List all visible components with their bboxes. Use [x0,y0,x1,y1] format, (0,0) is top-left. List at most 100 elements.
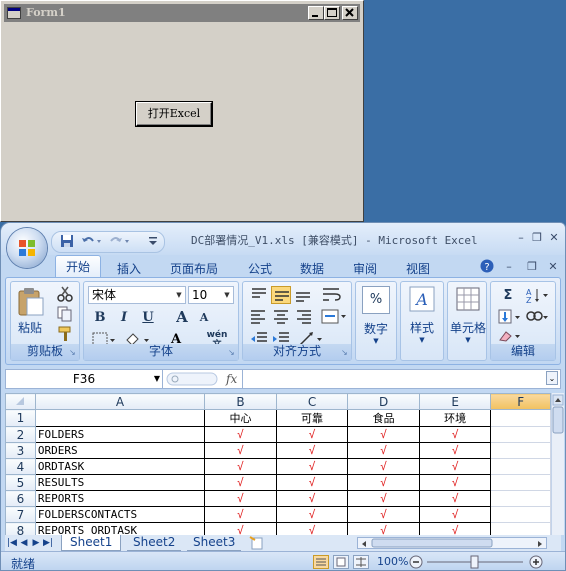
clipboard-launcher-icon[interactable]: ↘ [69,349,77,357]
column-header-e[interactable]: E [418,393,492,410]
check-cell[interactable]: √ [418,474,492,491]
align-left-icon[interactable] [249,308,269,326]
font-name-combo[interactable]: 宋体 ▼ [88,286,186,304]
undo-icon[interactable] [80,234,102,248]
column-header-f[interactable]: F [490,393,551,410]
font-launcher-icon[interactable]: ↘ [228,349,236,357]
check-cell[interactable]: √ [418,506,492,523]
header-cell[interactable]: 可靠 [275,409,349,427]
tab-insert[interactable]: 插入 [117,260,141,277]
first-sheet-icon[interactable]: |◀ [7,536,17,550]
zoom-in-icon[interactable] [529,555,543,569]
cell[interactable] [490,474,551,491]
name-box[interactable]: F36 ▼ [6,370,163,388]
column-header-a[interactable]: A [34,393,206,410]
align-right-icon[interactable] [293,308,313,326]
cell[interactable] [490,426,551,443]
check-cell[interactable]: √ [418,490,492,507]
alignment-launcher-icon[interactable]: ↘ [341,349,349,357]
close-button[interactable] [342,6,358,20]
workbook-close-icon[interactable]: ✕ [547,261,559,273]
excel-close-icon[interactable]: ✕ [548,232,560,244]
cell[interactable] [490,522,551,535]
autosum-button[interactable]: Σ [495,286,521,306]
check-cell[interactable]: √ [418,522,492,535]
horizontal-scrollbar[interactable] [357,537,547,549]
number-format-button[interactable]: % 数字 ▼ [358,286,394,345]
check-cell[interactable]: √ [275,458,349,475]
select-all-corner[interactable] [5,393,36,410]
check-cell[interactable]: √ [347,506,420,523]
row-header[interactable]: 2 [5,426,36,443]
zoom-level[interactable]: 100% [377,555,408,568]
expand-formula-bar-icon[interactable]: ⌄ [546,371,558,385]
vertical-scrollbar[interactable] [551,393,564,535]
customize-qat-icon[interactable] [148,235,158,247]
table-name-cell[interactable]: REPORTS_ORDTASK [34,522,206,535]
check-cell[interactable]: √ [204,474,277,491]
check-cell[interactable]: √ [275,442,349,459]
cut-icon[interactable] [57,286,73,302]
save-icon[interactable] [60,234,74,248]
check-cell[interactable]: √ [204,490,277,507]
zoom-slider[interactable] [425,555,525,569]
fill-icon[interactable] [497,308,523,326]
minimize-button[interactable] [308,6,324,20]
table-name-cell[interactable]: RESULTS [34,474,206,491]
clear-icon[interactable] [497,328,523,344]
check-cell[interactable]: √ [275,426,349,443]
align-middle-icon[interactable] [271,286,291,304]
check-cell[interactable]: √ [347,474,420,491]
wrap-text-icon[interactable] [321,286,343,304]
last-sheet-icon[interactable]: ▶| [43,536,53,550]
copy-icon[interactable] [57,306,73,322]
header-cell[interactable]: 食品 [347,409,420,427]
tab-formulas[interactable]: 公式 [248,260,272,277]
check-cell[interactable]: √ [347,458,420,475]
zoom-out-icon[interactable] [409,555,423,569]
check-cell[interactable]: √ [418,458,492,475]
help-icon[interactable]: ? [480,259,494,273]
sheet-tab-1[interactable]: Sheet1 [61,535,122,551]
excel-titlebar[interactable]: DC部署情况_V1.xls [兼容模式] - Microsoft Excel –… [1,223,565,255]
bold-button[interactable]: B [90,308,110,328]
check-cell[interactable]: √ [275,506,349,523]
check-cell[interactable]: √ [275,522,349,535]
insert-sheet-icon[interactable] [249,536,267,550]
styles-button[interactable]: A 样式 ▼ [403,286,441,344]
row-header[interactable]: 6 [5,490,36,507]
merge-center-icon[interactable] [321,308,347,326]
check-cell[interactable]: √ [275,490,349,507]
redo-icon[interactable] [108,234,130,248]
normal-view-icon[interactable] [313,555,329,569]
cell[interactable] [490,506,551,523]
table-name-cell[interactable]: FOLDERS [34,426,206,443]
cell[interactable] [490,490,551,507]
align-top-icon[interactable] [249,286,269,304]
column-header-d[interactable]: D [347,393,420,410]
table-name-cell[interactable]: ORDERS [34,442,206,459]
font-size-combo[interactable]: 10 ▼ [188,286,234,304]
find-select-icon[interactable] [525,308,551,326]
page-break-view-icon[interactable] [353,555,369,569]
row-header[interactable]: 1 [5,409,36,427]
row-header[interactable]: 8 [5,522,36,535]
check-cell[interactable]: √ [204,442,277,459]
workbook-minimize-icon[interactable]: – [503,261,515,273]
header-cell[interactable]: 中心 [204,409,277,427]
align-bottom-icon[interactable] [293,286,313,304]
table-name-cell[interactable]: ORDTASK [34,458,206,475]
check-cell[interactable]: √ [418,426,492,443]
check-cell[interactable]: √ [275,474,349,491]
excel-restore-icon[interactable]: ❐ [531,232,543,244]
column-header-c[interactable]: C [275,393,349,410]
check-cell[interactable]: √ [347,522,420,535]
row-header[interactable]: 4 [5,458,36,475]
header-cell[interactable] [34,409,206,427]
tab-view[interactable]: 视图 [406,260,430,277]
cells-button[interactable]: 单元格 ▼ [448,286,488,344]
table-name-cell[interactable]: REPORTS [34,490,206,507]
check-cell[interactable]: √ [418,442,492,459]
paste-button[interactable]: 粘贴 [13,286,47,336]
tab-review[interactable]: 审阅 [353,260,377,277]
